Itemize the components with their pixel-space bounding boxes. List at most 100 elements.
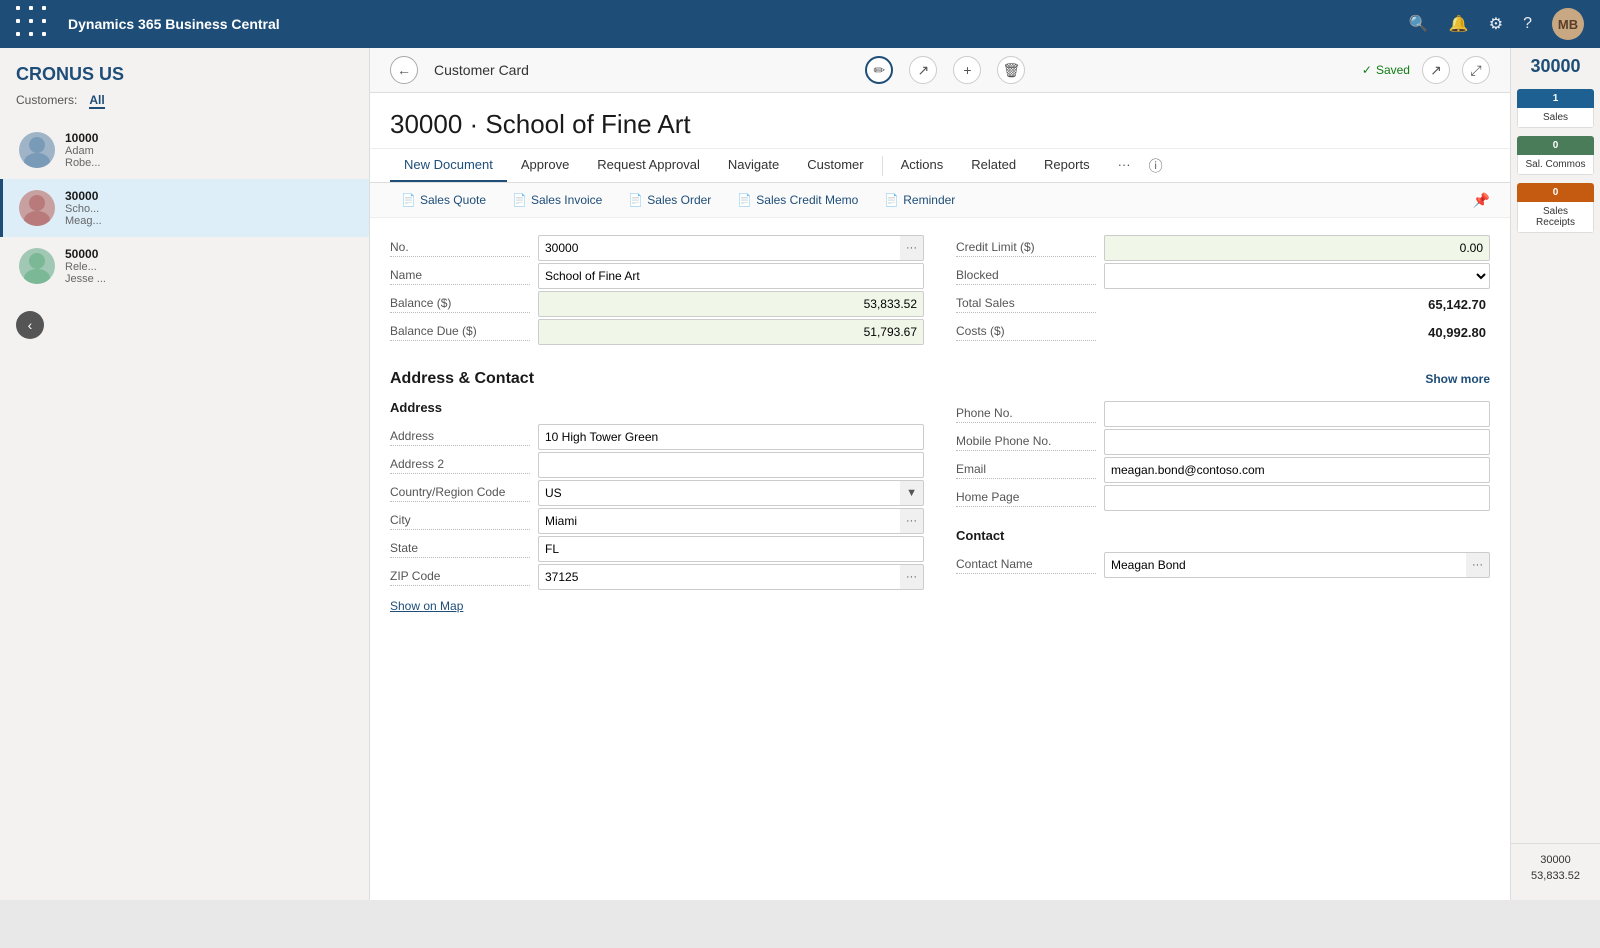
email-input[interactable] bbox=[1104, 457, 1490, 483]
city-label: City bbox=[390, 513, 530, 530]
customer-item[interactable]: 10000 Adam Robe... bbox=[0, 121, 369, 179]
contact-name-lookup-button[interactable]: ··· bbox=[1466, 552, 1490, 578]
no-lookup-button[interactable]: ··· bbox=[900, 235, 924, 261]
stats-top-number: 30000 bbox=[1511, 56, 1600, 77]
costs-row: Costs ($) 40,992.80 bbox=[956, 318, 1490, 346]
tab-request-approval[interactable]: Request Approval bbox=[583, 149, 714, 182]
balance-input[interactable] bbox=[538, 291, 924, 317]
contact-name-row: Contact Name ··· bbox=[956, 551, 1490, 579]
name-row: Name bbox=[390, 262, 924, 290]
user-avatar[interactable]: MB bbox=[1552, 8, 1584, 40]
tab-actions[interactable]: Actions bbox=[887, 149, 958, 182]
tab-related[interactable]: Related bbox=[957, 149, 1030, 182]
country-input[interactable] bbox=[538, 480, 900, 506]
city-lookup-button[interactable]: ··· bbox=[900, 508, 924, 534]
total-sales-label: Total Sales bbox=[956, 296, 1096, 313]
sales-credit-memo-icon: 📄 bbox=[737, 193, 752, 207]
homepage-input[interactable] bbox=[1104, 485, 1490, 511]
app-grid-icon[interactable] bbox=[16, 6, 52, 42]
page-title: 30000 · School of Fine Art bbox=[390, 109, 1490, 140]
costs-value: 40,992.80 bbox=[1104, 325, 1490, 340]
form-grid: No. ··· Name Balance ($) bbox=[390, 234, 1490, 346]
sub-tab-reminder[interactable]: 📄 Reminder bbox=[873, 187, 966, 213]
prev-arrow-button[interactable]: ‹ bbox=[16, 311, 44, 339]
city-container: ··· bbox=[538, 508, 924, 534]
edit-button[interactable]: ✏ bbox=[865, 56, 893, 84]
costs-label: Costs ($) bbox=[956, 324, 1096, 341]
balance-due-label: Balance Due ($) bbox=[390, 324, 530, 341]
sub-tab-sales-order[interactable]: 📄 Sales Order bbox=[617, 187, 722, 213]
tab-approve[interactable]: Approve bbox=[507, 149, 583, 182]
bell-icon[interactable]: 🔔 bbox=[1449, 14, 1469, 34]
email-row: Email bbox=[956, 456, 1490, 484]
show-more-link[interactable]: Show more bbox=[1425, 372, 1490, 386]
gear-icon[interactable]: ⚙ bbox=[1489, 14, 1503, 34]
sub-tab-sales-quote[interactable]: 📄 Sales Quote bbox=[390, 187, 497, 213]
zip-input[interactable] bbox=[538, 564, 900, 590]
contact-name-container: ··· bbox=[1104, 552, 1490, 578]
sub-tab-sales-credit-memo[interactable]: 📄 Sales Credit Memo bbox=[726, 187, 869, 213]
page-header: 30000 · School of Fine Art bbox=[370, 93, 1510, 149]
address-left: Address Address Address 2 Country/Region… bbox=[390, 400, 924, 613]
section-header: Address & Contact Show more bbox=[390, 370, 1490, 388]
info-icon[interactable]: ⓘ bbox=[1149, 156, 1163, 176]
credit-memo-stat-body: Sal. Commos bbox=[1517, 155, 1594, 175]
state-row: State bbox=[390, 535, 924, 563]
top-nav-right: 🔍 🔔 ⚙ ? MB bbox=[1409, 8, 1584, 40]
fullscreen-button[interactable]: ⤢ bbox=[1462, 56, 1490, 84]
search-icon[interactable]: 🔍 bbox=[1409, 14, 1429, 34]
customer-item-selected[interactable]: 30000 Scho... Meag... bbox=[0, 179, 369, 237]
zip-lookup-button[interactable]: ··· bbox=[900, 564, 924, 590]
no-input[interactable] bbox=[538, 235, 900, 261]
form-right-column: Credit Limit ($) Blocked Ship Invoice Al… bbox=[956, 234, 1490, 346]
blocked-select[interactable]: Ship Invoice All bbox=[1104, 263, 1490, 289]
credit-memo-stat-card[interactable]: 0 Sal. Commos bbox=[1517, 136, 1594, 175]
address2-label: Address 2 bbox=[390, 457, 530, 474]
state-input[interactable] bbox=[538, 536, 924, 562]
tab-customer[interactable]: Customer bbox=[793, 149, 877, 182]
sales-stat-card[interactable]: 1 Sales bbox=[1517, 89, 1594, 128]
tab-more[interactable]: ··· bbox=[1104, 149, 1145, 182]
city-input[interactable] bbox=[538, 508, 900, 534]
card-title: Customer Card bbox=[434, 62, 529, 78]
address2-row: Address 2 bbox=[390, 451, 924, 479]
customer-item-3[interactable]: 50000 Rele... Jesse ... bbox=[0, 237, 369, 295]
sub-tab-sales-invoice[interactable]: 📄 Sales Invoice bbox=[501, 187, 613, 213]
phone-input[interactable] bbox=[1104, 401, 1490, 427]
form-left-column: No. ··· Name Balance ($) bbox=[390, 234, 924, 346]
mobile-input[interactable] bbox=[1104, 429, 1490, 455]
contact-name-input[interactable] bbox=[1104, 552, 1466, 578]
open-external-button[interactable]: ↗ bbox=[1422, 56, 1450, 84]
address2-input[interactable] bbox=[538, 452, 924, 478]
address-input[interactable] bbox=[538, 424, 924, 450]
country-row: Country/Region Code ▼ bbox=[390, 479, 924, 507]
delete-button[interactable]: 🗑 bbox=[997, 56, 1025, 84]
name-input[interactable] bbox=[538, 263, 924, 289]
tab-new-document[interactable]: New Document bbox=[390, 149, 507, 182]
reminder-icon: 📄 bbox=[884, 193, 899, 207]
no-row: No. ··· bbox=[390, 234, 924, 262]
help-icon[interactable]: ? bbox=[1523, 15, 1532, 33]
show-on-map-link[interactable]: Show on Map bbox=[390, 599, 463, 613]
tab-reports[interactable]: Reports bbox=[1030, 149, 1104, 182]
add-button[interactable]: + bbox=[953, 56, 981, 84]
pin-button[interactable]: 📌 bbox=[1473, 192, 1490, 209]
back-button[interactable]: ← bbox=[390, 56, 418, 84]
name-label: Name bbox=[390, 268, 530, 285]
sidebar-title: CRONUS US bbox=[0, 64, 369, 93]
receipts-stat-body: Sales Receipts bbox=[1517, 202, 1594, 233]
balance-due-row: Balance Due ($) bbox=[390, 318, 924, 346]
filter-all[interactable]: All bbox=[89, 93, 104, 109]
country-container: ▼ bbox=[538, 480, 924, 506]
share-button[interactable]: ↗ bbox=[909, 56, 937, 84]
address-right: Phone No. Mobile Phone No. Email Ho bbox=[956, 400, 1490, 613]
credit-limit-input[interactable] bbox=[1104, 235, 1490, 261]
balance-due-input[interactable] bbox=[538, 319, 924, 345]
customers-label: Customers: bbox=[16, 93, 77, 109]
country-dropdown-button[interactable]: ▼ bbox=[900, 480, 924, 506]
top-navigation: Dynamics 365 Business Central 🔍 🔔 ⚙ ? MB bbox=[0, 0, 1600, 48]
mobile-row: Mobile Phone No. bbox=[956, 428, 1490, 456]
contact-subsection-title: Contact bbox=[956, 528, 1490, 543]
receipts-stat-card[interactable]: 0 Sales Receipts bbox=[1517, 183, 1594, 233]
tab-navigate[interactable]: Navigate bbox=[714, 149, 793, 182]
